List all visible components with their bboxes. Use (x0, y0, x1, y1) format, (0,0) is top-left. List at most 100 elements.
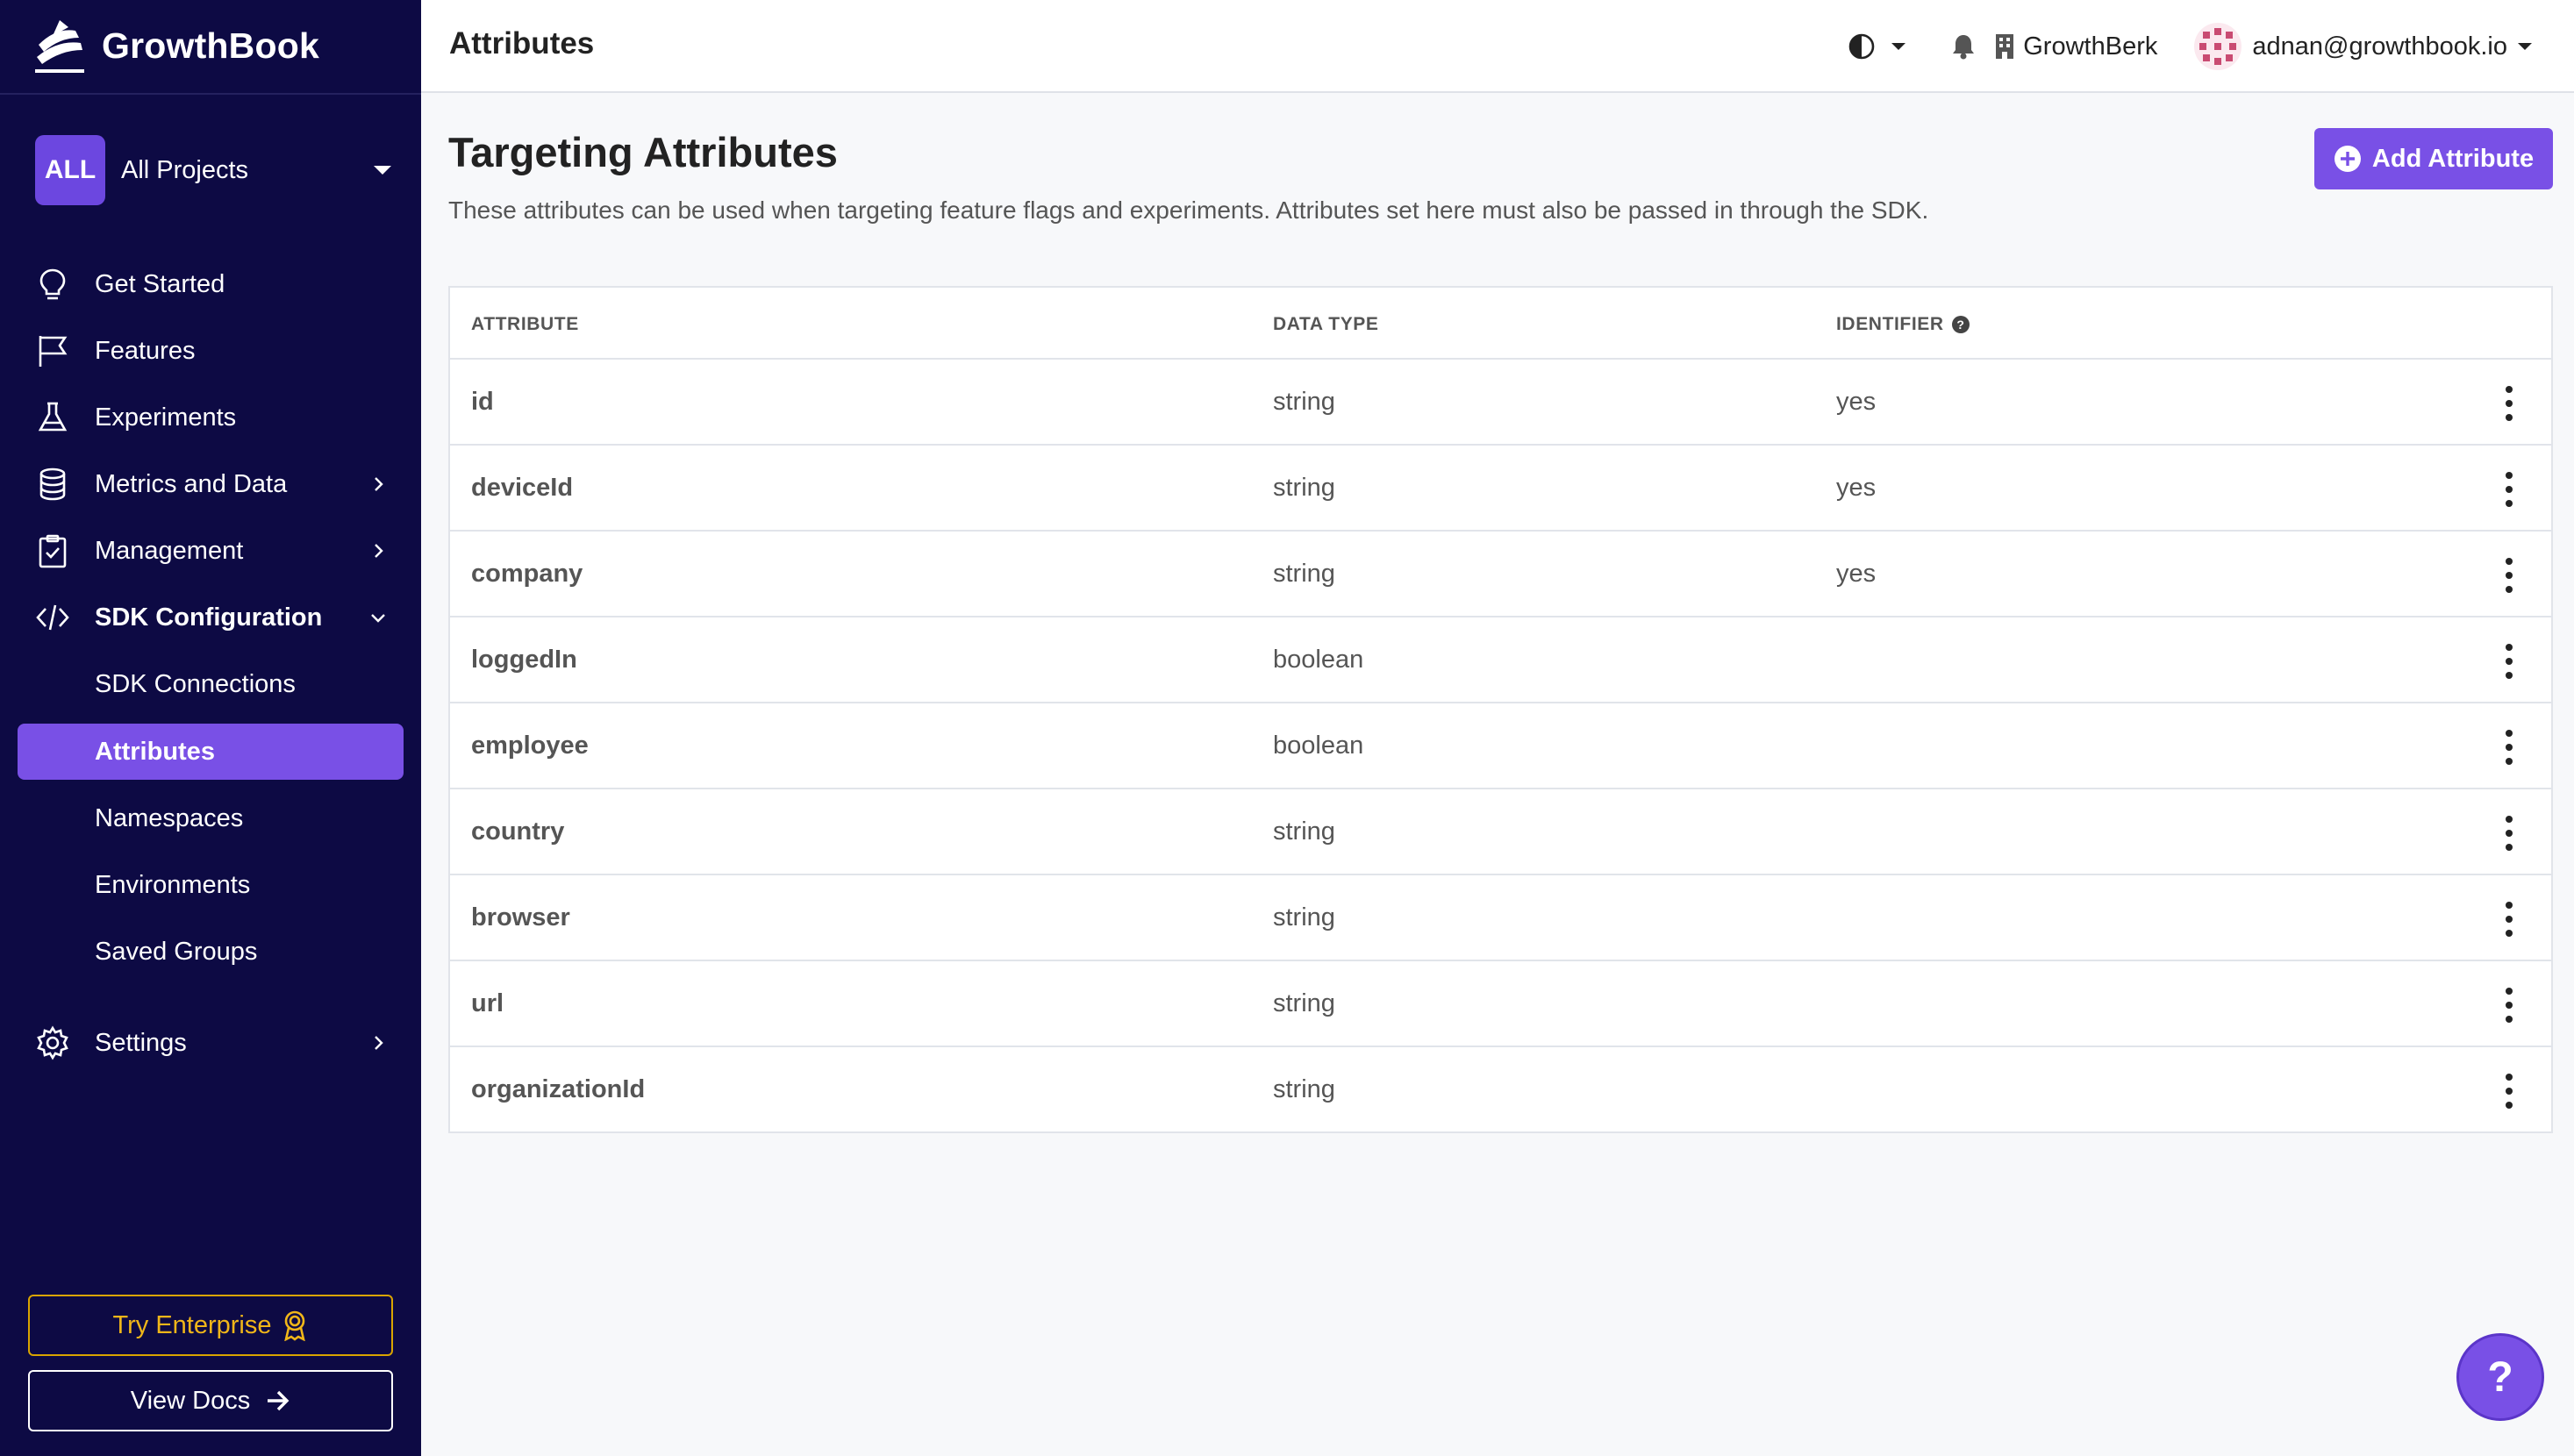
table-row: company string yes (450, 532, 2551, 617)
more-options-icon[interactable] (2500, 558, 2518, 593)
page-description: These attributes can be used when target… (448, 196, 1929, 224)
sidebar: GrowthBook ALL All Projects Get Started … (0, 0, 421, 1456)
sidebar-divider (0, 93, 421, 95)
column-header-data-type: DATA TYPE (1273, 314, 1379, 335)
help-button[interactable]: ? (2456, 1333, 2544, 1421)
more-options-icon[interactable] (2500, 1074, 2518, 1109)
more-options-icon[interactable] (2500, 816, 2518, 851)
notifications-button[interactable] (1951, 33, 1976, 60)
docs-label: View Docs (130, 1386, 251, 1415)
attribute-data-type: string (1273, 388, 1335, 416)
nav-item-sdk-configuration[interactable]: SDK Configuration (18, 589, 404, 646)
table-row: deviceId string yes (450, 446, 2551, 532)
nav-label: SDK Connections (95, 669, 296, 698)
building-icon (1996, 34, 2014, 59)
table-row: country string (450, 789, 2551, 875)
nav-label: Environments (95, 870, 251, 899)
project-selector[interactable]: ALL All Projects (35, 135, 397, 205)
nav-label: Get Started (95, 269, 225, 298)
project-name: All Projects (121, 155, 249, 184)
header-label: DATA TYPE (1273, 314, 1379, 334)
lightbulb-icon (33, 265, 72, 303)
project-badge: ALL (35, 135, 105, 205)
try-enterprise-button[interactable]: Try Enterprise (28, 1295, 393, 1356)
attribute-data-type: boolean (1273, 732, 1364, 760)
attribute-name: id (471, 388, 494, 416)
question-circle-icon[interactable]: ? (1951, 315, 1970, 334)
add-attribute-label: Add Attribute (2371, 144, 2535, 173)
page-header-title: Attributes (449, 26, 595, 61)
nav-label: Attributes (95, 737, 215, 766)
column-header-attribute: ATTRIBUTE (471, 314, 579, 335)
table-header: ATTRIBUTE DATA TYPE IDENTIFIER ? (450, 288, 2551, 360)
user-email: adnan@growthbook.io (2252, 32, 2507, 61)
column-header-identifier: IDENTIFIER ? (1836, 314, 1970, 335)
nav-label: Experiments (95, 403, 237, 432)
app-logo[interactable]: GrowthBook (33, 12, 319, 79)
top-bar: Attributes GrowthBerk adnan@growthbook.i… (421, 0, 2574, 93)
chevron-right-icon (365, 1030, 391, 1056)
nav-item-metrics-and-data[interactable]: Metrics and Data (18, 456, 404, 512)
nav-label: Namespaces (95, 803, 244, 832)
attribute-data-type: string (1273, 560, 1335, 588)
attribute-name: deviceId (471, 474, 574, 502)
page-title: Targeting Attributes (448, 129, 838, 175)
attribute-data-type: string (1273, 817, 1335, 846)
add-attribute-button[interactable]: Add Attribute (2314, 128, 2553, 189)
chevron-down-icon (365, 604, 391, 631)
attribute-name: employee (471, 732, 589, 760)
more-options-icon[interactable] (2500, 988, 2518, 1023)
theme-toggle[interactable] (1848, 32, 1906, 61)
table-row: loggedIn boolean (450, 617, 2551, 703)
more-options-icon[interactable] (2500, 644, 2518, 679)
more-options-icon[interactable] (2500, 730, 2518, 765)
view-docs-button[interactable]: View Docs (28, 1370, 393, 1431)
attribute-identifier: yes (1836, 474, 1877, 502)
attribute-name: browser (471, 903, 570, 931)
nav-label: Saved Groups (95, 937, 258, 966)
header-label: ATTRIBUTE (471, 314, 579, 334)
attribute-data-type: string (1273, 474, 1335, 502)
header-label: IDENTIFIER (1836, 314, 1944, 334)
arrow-right-icon (268, 1390, 290, 1411)
organization-selector[interactable]: GrowthBerk (1995, 32, 2157, 61)
more-options-icon[interactable] (2500, 386, 2518, 421)
nav-label: SDK Configuration (95, 603, 323, 632)
caret-down-icon (2518, 43, 2532, 50)
sidebar-item-sdk-connections[interactable]: SDK Connections (18, 656, 404, 712)
nav-item-get-started[interactable]: Get Started (18, 256, 404, 312)
user-menu[interactable]: adnan@growthbook.io (2194, 23, 2532, 70)
attribute-data-type: string (1273, 989, 1335, 1017)
attribute-name: country (471, 817, 565, 846)
database-icon (33, 465, 72, 503)
code-icon (33, 598, 72, 637)
enterprise-label: Try Enterprise (112, 1310, 272, 1339)
nav-item-features[interactable]: Features (18, 323, 404, 379)
attribute-data-type: string (1273, 1075, 1335, 1103)
table-row: organizationId string (450, 1047, 2551, 1133)
attribute-name: url (471, 989, 504, 1017)
caret-down-icon (374, 166, 391, 175)
sidebar-item-environments[interactable]: Environments (18, 857, 404, 913)
nav-item-settings[interactable]: Settings (18, 1015, 404, 1071)
attribute-identifier: yes (1836, 560, 1877, 588)
attribute-data-type: boolean (1273, 646, 1364, 674)
nav-item-experiments[interactable]: Experiments (18, 389, 404, 446)
nav-label: Features (95, 336, 196, 365)
flag-icon (33, 332, 72, 370)
app-name: GrowthBook (102, 25, 319, 66)
half-circle-icon (1848, 33, 1875, 60)
more-options-icon[interactable] (2500, 902, 2518, 937)
table-row: url string (450, 961, 2551, 1047)
sidebar-item-namespaces[interactable]: Namespaces (18, 790, 404, 846)
attribute-identifier: yes (1836, 388, 1877, 416)
nav-label: Settings (95, 1028, 187, 1057)
nav-item-management[interactable]: Management (18, 523, 404, 579)
award-icon (283, 1310, 305, 1341)
more-options-icon[interactable] (2500, 472, 2518, 507)
sidebar-item-attributes[interactable]: Attributes (18, 724, 404, 780)
sidebar-item-saved-groups[interactable]: Saved Groups (18, 924, 404, 980)
flask-icon (33, 398, 72, 437)
plus-circle-icon (2334, 146, 2361, 172)
clipboard-icon (33, 532, 72, 570)
